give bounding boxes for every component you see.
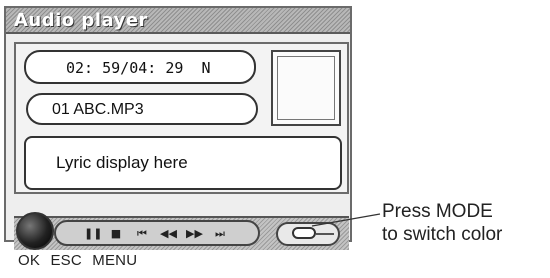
mode-callout: Press MODE to switch color bbox=[382, 200, 502, 246]
callout-line-1: Press MODE bbox=[382, 201, 493, 222]
callout-line-2: to switch color bbox=[382, 224, 503, 245]
